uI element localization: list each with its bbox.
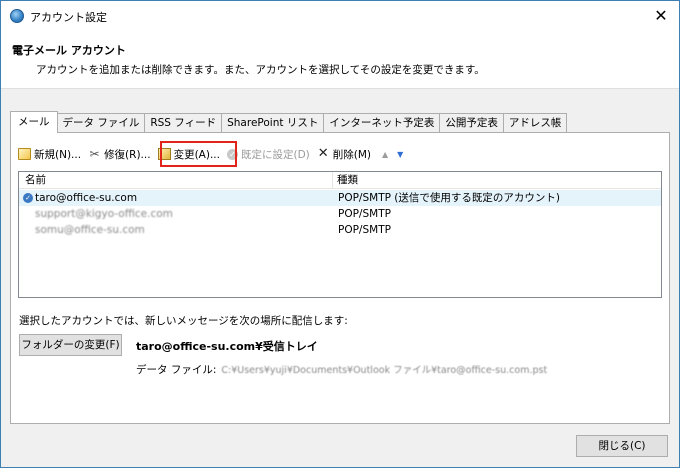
column-header-type[interactable]: 種類 [333,172,358,188]
delivery-target: taro@office-su.com¥受信トレイ [136,340,318,353]
account-name-cell: somu@office-su.com [19,222,333,238]
account-name: taro@office-su.com [35,192,138,204]
close-button[interactable]: 閉じる(C) [576,435,668,457]
tools-icon: ✂ [89,147,100,161]
list-item[interactable]: ✓ taro@office-su.com POP/SMTP (送信で使用する既定… [19,190,661,206]
tab-data-files[interactable]: データ ファイル [57,113,146,133]
set-default-button-label: 既定に設定(D) [240,148,310,161]
default-account-check-icon: ✓ [23,193,33,203]
move-up-icon[interactable]: ▲ [382,150,388,159]
list-item[interactable]: somu@office-su.com POP/SMTP [19,222,661,238]
change-folder-button[interactable]: フォルダーの変更(F) [19,334,122,356]
move-down-icon[interactable]: ▼ [397,150,403,159]
tab-rss-feeds[interactable]: RSS フィード [145,113,223,133]
account-name-cell: ✓ taro@office-su.com [19,190,333,206]
account-list[interactable]: 名前 種類 ✓ taro@office-su.com POP/SMTP (送信で… [18,171,662,298]
close-window-icon[interactable]: ✕ [646,3,676,29]
set-default-button[interactable]: ✓ 既定に設定(D) [226,147,310,162]
new-button[interactable]: 新規(N)... [18,147,81,162]
account-type: POP/SMTP [338,224,391,236]
repair-button-label: 修復(R)... [104,148,151,161]
column-header-name[interactable]: 名前 [19,172,333,188]
list-item[interactable]: support@kigyo-office.com POP/SMTP [19,206,661,222]
list-header: 名前 種類 [19,172,661,189]
account-name-cell: support@kigyo-office.com [19,206,333,222]
data-file-path: C:¥Users¥yuji¥Documents¥Outlook ファイル¥tar… [221,365,548,376]
window-title: アカウント設定 [30,11,107,24]
tab-sharepoint-lists[interactable]: SharePoint リスト [222,113,325,133]
new-button-label: 新規(N)... [34,148,82,161]
tab-internet-calendars[interactable]: インターネット予定表 [324,113,441,133]
delete-button-label: 削除(M) [332,148,372,161]
delivery-location-label: 選択したアカウントでは、新しいメッセージを次の場所に配信します: [19,315,348,327]
data-file-info: データ ファイル: C:¥Users¥yuji¥Documents¥Outloo… [136,362,547,377]
delete-button[interactable]: ✕ 削除(M) [317,147,371,162]
header-panel: 電子メール アカウント アカウントを追加または削除できます。また、アカウントを選… [1,31,679,89]
account-type: POP/SMTP [338,208,391,220]
change-button-highlight [160,141,237,167]
repair-button[interactable]: ✂ 修復(R)... [88,147,151,162]
outlook-globe-icon [10,9,24,23]
new-mail-icon [18,148,31,160]
tab-mail[interactable]: メール [10,111,58,133]
account-type: POP/SMTP (送信で使用する既定のアカウント) [338,192,560,204]
data-file-label: データ ファイル: [136,364,217,376]
tab-strip: メール データ ファイル RSS フィード SharePoint リスト インタ… [10,111,568,133]
account-name: somu@office-su.com [35,224,145,236]
tab-published-calendars[interactable]: 公開予定表 [440,113,504,133]
section-title: 電子メール アカウント [12,44,126,57]
x-icon: ✕ [317,146,329,161]
section-description: アカウントを追加または削除できます。また、アカウントを選択してその設定を変更でき… [36,64,485,76]
title-bar: アカウント設定 ✕ [1,1,679,31]
tab-address-books[interactable]: アドレス帳 [503,113,568,133]
account-name: support@kigyo-office.com [35,208,173,220]
